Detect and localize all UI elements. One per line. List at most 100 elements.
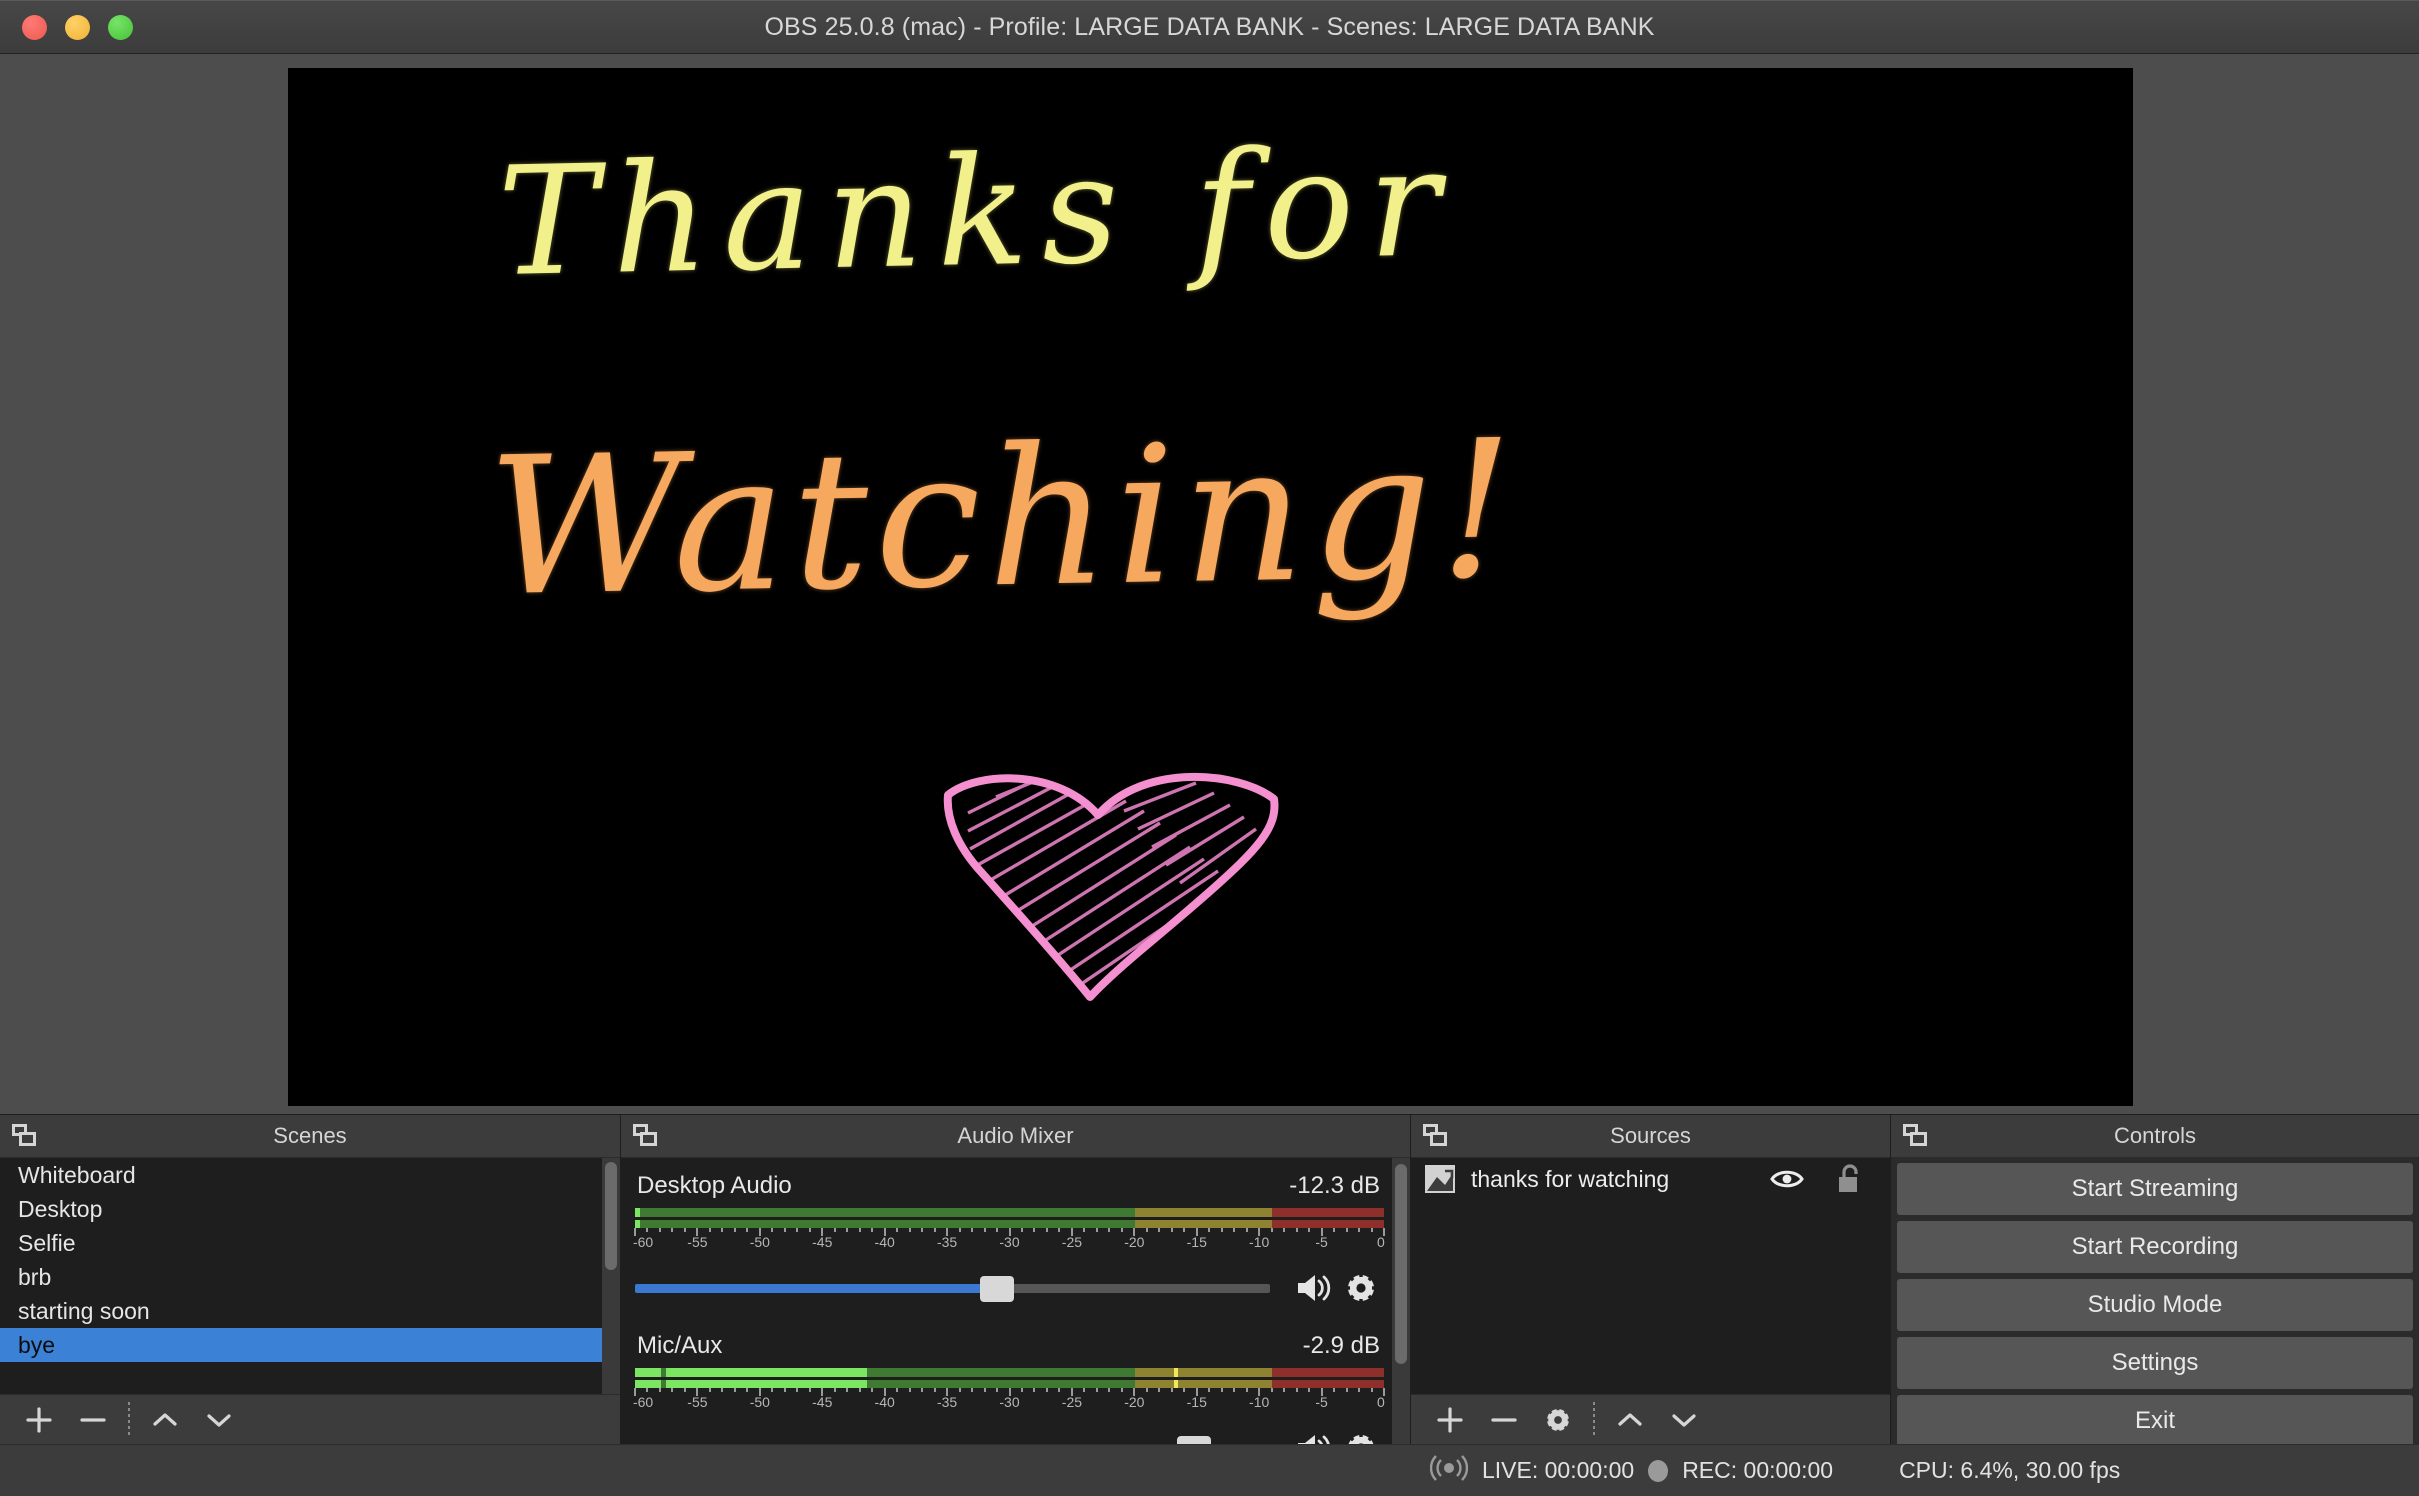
live-timer: LIVE: 00:00:00 bbox=[1482, 1457, 1635, 1483]
float-window-icon[interactable] bbox=[12, 1124, 38, 1148]
studio-mode-button[interactable]: Studio Mode bbox=[1897, 1279, 2413, 1331]
meter-tick-label: -55 bbox=[687, 1394, 708, 1410]
track-name: Desktop Audio bbox=[637, 1172, 792, 1199]
scene-item[interactable]: Selfie bbox=[0, 1226, 602, 1260]
scenes-scrollbar[interactable] bbox=[602, 1158, 620, 1394]
audio-mixer-panel: Audio Mixer Desktop Audio -12.3 dB -60 -… bbox=[620, 1115, 1410, 1444]
scenes-scrollbar-thumb[interactable] bbox=[605, 1162, 617, 1270]
obs-main-window: OBS 25.0.8 (mac) - Profile: LARGE DATA B… bbox=[0, 0, 2419, 1496]
meter-tick-label: -30 bbox=[999, 1234, 1020, 1250]
status-bar: LIVE: 00:00:00 REC: 00:00:00 CPU: 6.4%, … bbox=[0, 1444, 2419, 1496]
controls-panel: Controls Start Streaming Start Recording… bbox=[1890, 1115, 2419, 1444]
move-source-down-button[interactable] bbox=[1657, 1398, 1711, 1442]
sources-panel-header: Sources bbox=[1411, 1115, 1890, 1158]
bottom-dock: Scenes Whiteboard Desktop Selfie brb sta… bbox=[0, 1114, 2419, 1444]
mixer-panel-title: Audio Mixer bbox=[957, 1123, 1074, 1148]
source-visibility-eye-icon[interactable] bbox=[1764, 1159, 1810, 1199]
source-properties-gear-icon[interactable] bbox=[1531, 1398, 1585, 1442]
toolbar-separator bbox=[1593, 1401, 1595, 1438]
scene-item[interactable]: Whiteboard bbox=[0, 1158, 602, 1192]
meter-tick-label: -40 bbox=[874, 1394, 895, 1410]
sources-panel: Sources thanks for watching bbox=[1410, 1115, 1890, 1444]
source-list-item[interactable]: thanks for watching bbox=[1411, 1158, 1890, 1200]
artwork-line-2: Watching! bbox=[486, 399, 1523, 638]
mixer-track-mic-aux: Mic/Aux -2.9 dB -60 -55 -50 -45 -40 -35 … bbox=[632, 1326, 1385, 1444]
mic-aux-mute-icon[interactable] bbox=[1292, 1428, 1338, 1444]
meter-tick-label: -35 bbox=[936, 1234, 958, 1250]
meter-tick-label: -5 bbox=[1315, 1394, 1328, 1410]
hand-drawn-heart-icon bbox=[938, 753, 1288, 1003]
remove-source-button[interactable] bbox=[1477, 1398, 1531, 1442]
meter-tick-label: -5 bbox=[1315, 1234, 1328, 1250]
sources-panel-title: Sources bbox=[1610, 1123, 1691, 1148]
preview-area[interactable]: Thanks for Watching! bbox=[0, 54, 2419, 1114]
start-recording-button[interactable]: Start Recording bbox=[1897, 1221, 2413, 1273]
add-source-button[interactable] bbox=[1423, 1398, 1477, 1442]
float-window-icon[interactable] bbox=[633, 1124, 659, 1148]
meter-tick-label: -50 bbox=[749, 1394, 770, 1410]
scene-item[interactable]: brb bbox=[0, 1260, 602, 1294]
meter-tick-label: 0 bbox=[1376, 1234, 1385, 1250]
meter-tick-label: -60 bbox=[632, 1394, 654, 1410]
zoom-button[interactable] bbox=[108, 14, 133, 40]
mixer-scrollbar-thumb[interactable] bbox=[1395, 1164, 1407, 1364]
meter-tick-label: -25 bbox=[1061, 1234, 1083, 1250]
controls-body: Start Streaming Start Recording Studio M… bbox=[1891, 1158, 2419, 1444]
sources-toolbar bbox=[1411, 1394, 1890, 1444]
meter-tick-label: -10 bbox=[1249, 1234, 1270, 1250]
image-source-icon bbox=[1425, 1165, 1455, 1193]
minimize-button[interactable] bbox=[65, 14, 90, 40]
scene-item[interactable]: Desktop bbox=[0, 1192, 602, 1226]
scene-item[interactable]: starting soon bbox=[0, 1294, 602, 1328]
mixer-body: Desktop Audio -12.3 dB -60 -55 -50 -45 -… bbox=[621, 1158, 1410, 1444]
meter-tick-label: -45 bbox=[812, 1234, 833, 1250]
desktop-audio-settings-gear-icon[interactable] bbox=[1338, 1268, 1384, 1308]
scene-item-selected[interactable]: bye bbox=[0, 1328, 602, 1362]
close-button[interactable] bbox=[22, 14, 47, 40]
exit-button[interactable]: Exit bbox=[1897, 1395, 2413, 1444]
audio-level-meter bbox=[634, 1368, 1385, 1396]
move-source-up-button[interactable] bbox=[1603, 1398, 1657, 1442]
controls-panel-title: Controls bbox=[2114, 1123, 2196, 1148]
preview-canvas[interactable]: Thanks for Watching! bbox=[288, 68, 2133, 1106]
scene-item-partial[interactable] bbox=[0, 1362, 602, 1376]
cpu-fps-status: CPU: 6.4%, 30.00 fps bbox=[1899, 1457, 2121, 1483]
meter-tick-label: -15 bbox=[1186, 1394, 1207, 1410]
meter-tick-label: -35 bbox=[936, 1394, 958, 1410]
scenes-panel-title: Scenes bbox=[273, 1123, 347, 1148]
desktop-audio-mute-icon[interactable] bbox=[1292, 1268, 1338, 1308]
meter-tick-label: -45 bbox=[812, 1394, 833, 1410]
scenes-list[interactable]: Whiteboard Desktop Selfie brb starting s… bbox=[0, 1158, 602, 1394]
source-lock-icon[interactable] bbox=[1826, 1159, 1872, 1199]
sources-list-body: thanks for watching bbox=[1411, 1158, 1890, 1394]
scenes-toolbar bbox=[0, 1394, 620, 1444]
remove-scene-button[interactable] bbox=[66, 1398, 120, 1442]
live-broadcast-icon bbox=[1429, 1454, 1469, 1487]
meter-tick-label: -20 bbox=[1124, 1234, 1145, 1250]
track-db-value: -2.9 dB bbox=[1302, 1332, 1380, 1359]
track-db-value: -12.3 dB bbox=[1289, 1172, 1380, 1199]
toolbar-separator bbox=[128, 1401, 130, 1438]
settings-button[interactable]: Settings bbox=[1897, 1337, 2413, 1389]
float-window-icon[interactable] bbox=[1423, 1124, 1449, 1148]
start-streaming-button[interactable]: Start Streaming bbox=[1897, 1163, 2413, 1215]
desktop-audio-volume-slider[interactable] bbox=[635, 1276, 1270, 1302]
meter-tick-label: -50 bbox=[749, 1234, 770, 1250]
meter-scale-labels: -60 -55 -50 -45 -40 -35 -30 -25 -20 -15 -10 -5 0 bbox=[633, 1234, 1385, 1254]
scenes-panel: Scenes Whiteboard Desktop Selfie brb sta… bbox=[0, 1115, 620, 1444]
float-window-icon[interactable] bbox=[1903, 1124, 1929, 1148]
mixer-track-desktop-audio: Desktop Audio -12.3 dB -60 -55 -50 -45 -… bbox=[633, 1166, 1385, 1308]
track-name: Mic/Aux bbox=[637, 1332, 723, 1359]
add-scene-button[interactable] bbox=[12, 1398, 66, 1442]
mixer-scrollbar[interactable] bbox=[1392, 1158, 1410, 1444]
audio-level-meter bbox=[634, 1208, 1385, 1236]
move-scene-down-button[interactable] bbox=[192, 1398, 246, 1442]
meter-scale-labels: -60 -55 -50 -45 -40 -35 -30 -25 -20 -15 -10 -5 0 bbox=[632, 1394, 1385, 1414]
move-scene-up-button[interactable] bbox=[138, 1398, 192, 1442]
meter-tick-label: -20 bbox=[1124, 1394, 1145, 1410]
controls-panel-header: Controls bbox=[1891, 1115, 2419, 1158]
mic-aux-settings-gear-icon[interactable] bbox=[1338, 1428, 1384, 1444]
meter-tick-label: -10 bbox=[1249, 1394, 1270, 1410]
window-title: OBS 25.0.8 (mac) - Profile: LARGE DATA B… bbox=[764, 12, 1655, 41]
scenes-list-body: Whiteboard Desktop Selfie brb starting s… bbox=[0, 1158, 620, 1394]
